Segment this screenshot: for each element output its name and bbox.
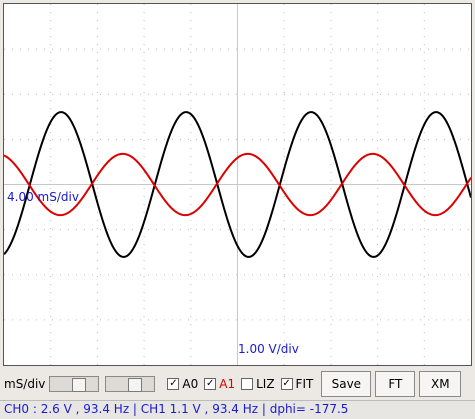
oscilloscope-plot xyxy=(4,4,471,365)
timebase-slider-thumb[interactable] xyxy=(72,378,87,392)
oscilloscope-display[interactable]: 4.00 mS/div 1.00 V/div xyxy=(3,3,472,366)
a1-checkbox-box[interactable]: ✓ xyxy=(204,378,217,390)
liz-checkbox-box[interactable] xyxy=(241,378,254,390)
save-button[interactable]: Save xyxy=(321,371,372,397)
voltage-slider-thumb[interactable] xyxy=(128,378,143,392)
timebase-slider[interactable] xyxy=(49,376,100,392)
voltage-slider[interactable] xyxy=(105,376,156,392)
a1-checkbox-label: A1 xyxy=(219,377,236,391)
a0-checkbox-box[interactable]: ✓ xyxy=(167,378,180,390)
liz-checkbox-label: LIZ xyxy=(256,377,275,391)
status-bar: CH0 : 2.6 V , 93.4 Hz | CH1 1.1 V , 93.4… xyxy=(0,400,475,419)
xm-button[interactable]: XM xyxy=(419,371,462,397)
control-bar: mS/div ✓ A0 ✓ A1 LIZ ✓ FIT Save FT XM xyxy=(0,368,475,400)
a1-checkbox[interactable]: ✓ A1 xyxy=(204,377,235,391)
fit-checkbox[interactable]: ✓ FIT xyxy=(280,377,314,391)
ms-div-label: mS/div xyxy=(4,377,46,391)
liz-checkbox[interactable]: LIZ xyxy=(241,377,275,391)
timebase-label: 4.00 mS/div xyxy=(7,190,79,204)
fit-checkbox-box[interactable]: ✓ xyxy=(280,378,293,390)
a0-checkbox-label: A0 xyxy=(182,377,199,391)
a0-checkbox[interactable]: ✓ A0 xyxy=(167,377,198,391)
ft-button[interactable]: FT xyxy=(375,371,416,397)
voltage-scale-label: 1.00 V/div xyxy=(238,342,299,356)
fit-checkbox-label: FIT xyxy=(295,377,314,391)
